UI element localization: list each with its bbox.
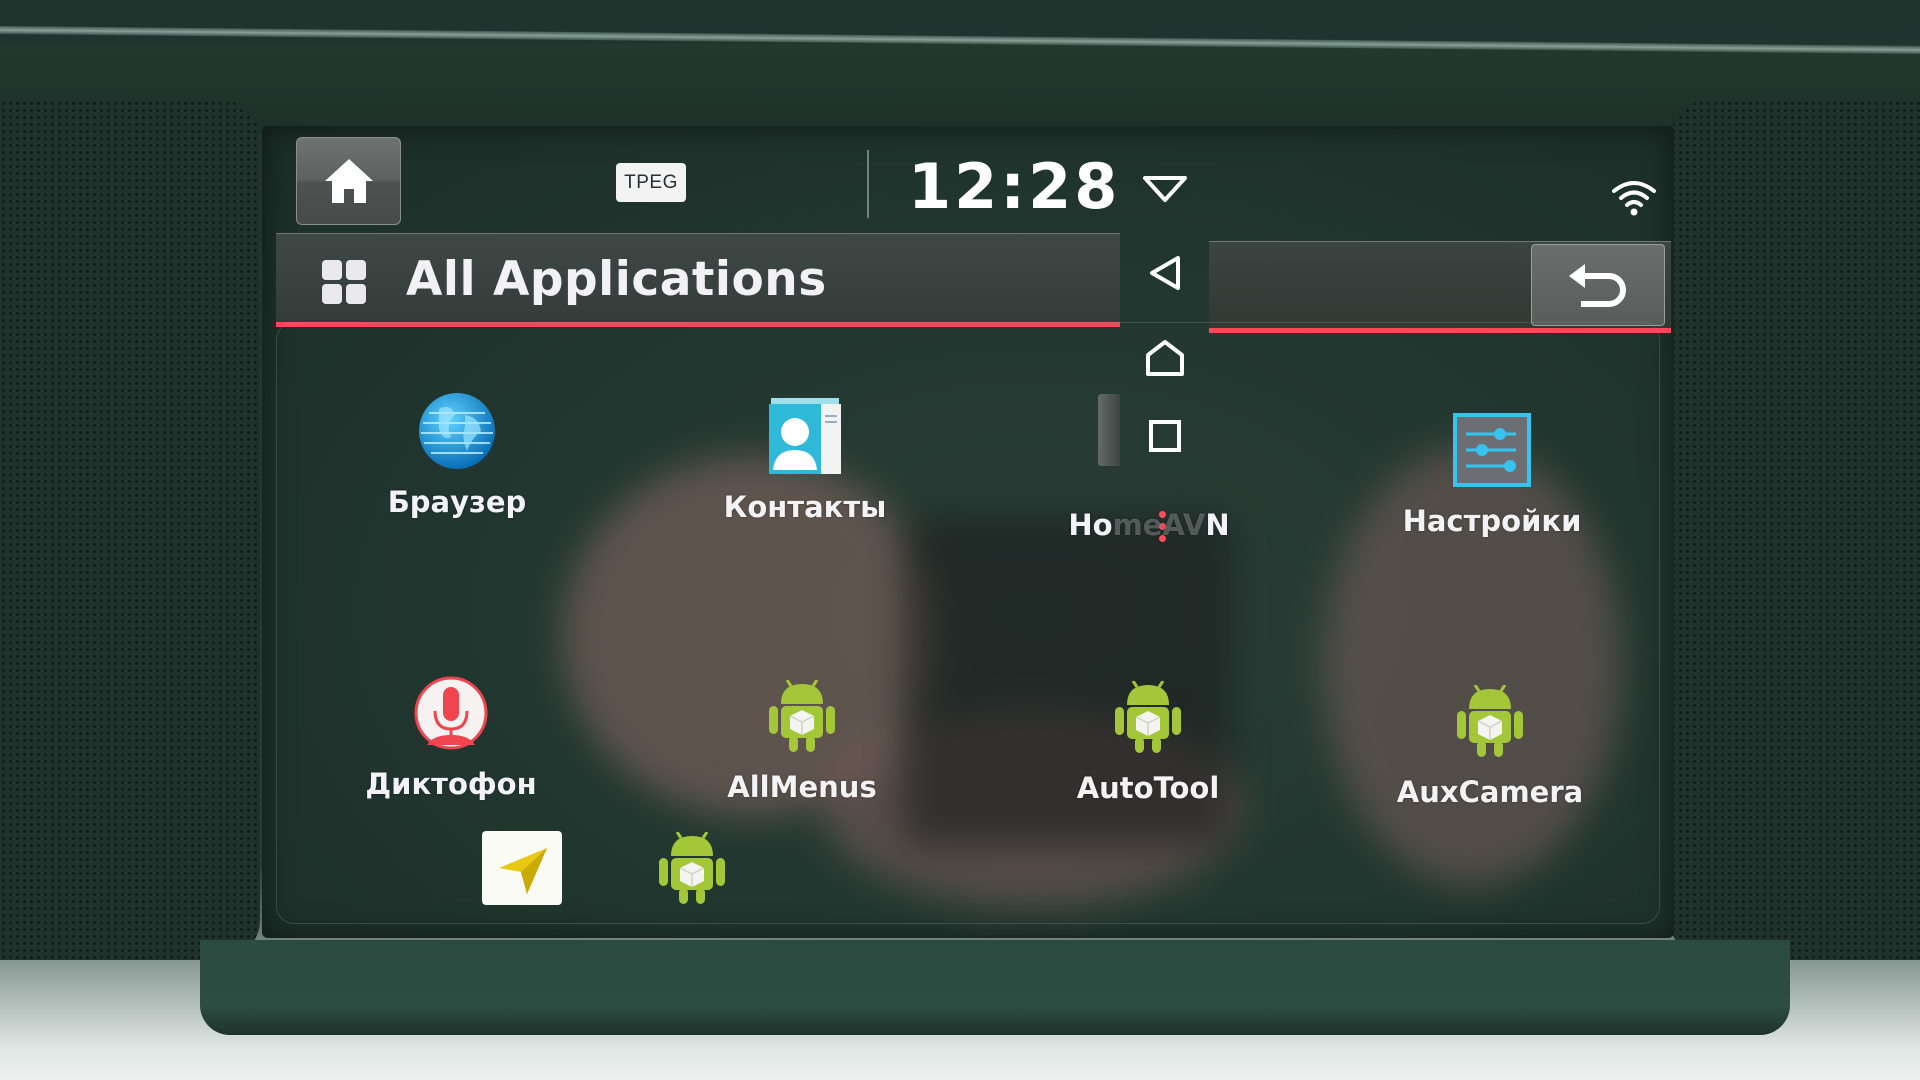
right-bar-underline: [1209, 328, 1671, 333]
clock: 12:28: [908, 150, 1121, 223]
nav-panel-edge: [1098, 394, 1120, 466]
nav-back-button[interactable]: [1124, 238, 1206, 308]
status-divider: [867, 150, 869, 218]
home-outline-icon: [1146, 340, 1184, 376]
app-label-obscured-part: meAV: [1112, 508, 1206, 542]
navigation-arrow-icon: [480, 826, 564, 910]
right-speaker-grille: [1670, 100, 1920, 960]
app-browser[interactable]: Браузер: [327, 389, 587, 519]
app-label: AutoTool: [1076, 771, 1220, 805]
home-icon: [324, 159, 373, 203]
left-speaker-grille: [0, 100, 260, 960]
app-unnamed-android[interactable]: [562, 826, 822, 910]
app-label-visible-tail: N: [1205, 508, 1230, 542]
wifi-icon: [1612, 181, 1656, 216]
microphone-icon: [409, 671, 493, 755]
app-label: Браузер: [387, 485, 527, 519]
android-icon: [760, 674, 844, 758]
app-allmenus[interactable]: AllMenus: [672, 674, 932, 804]
dashboard-upper: [0, 44, 1920, 134]
app-label: HomeAVN: [1068, 508, 1229, 542]
app-label: Диктофон: [365, 767, 537, 801]
nav-recents-button[interactable]: [1124, 401, 1206, 471]
back-button[interactable]: [1531, 244, 1665, 326]
square-icon: [1149, 420, 1181, 452]
android-icon: [650, 826, 734, 910]
apps-grid-icon: [322, 260, 366, 304]
android-nav-bar: [1124, 233, 1206, 542]
screen-bezel-bottom: [200, 940, 1790, 1035]
app-label: AllMenus: [727, 770, 877, 804]
right-header-bar: [1209, 241, 1671, 333]
app-label: AuxCamera: [1396, 775, 1584, 809]
android-icon: [1106, 675, 1190, 759]
app-contacts[interactable]: Контакты: [675, 394, 935, 524]
app-auxcamera[interactable]: AuxCamera: [1360, 679, 1620, 809]
infotainment-screen: TPEG 12:28 All Applications Браузер Конт…: [262, 126, 1674, 938]
app-label: Настройки: [1402, 504, 1582, 538]
app-dictaphone[interactable]: Диктофон: [321, 671, 581, 801]
chevron-down-triangle-icon[interactable]: [1141, 174, 1189, 204]
triangle-left-icon: [1150, 256, 1180, 290]
title-underline: [276, 322, 1120, 327]
page-title: All Applications: [406, 252, 827, 307]
app-label: Контакты: [723, 490, 887, 524]
back-return-icon: [1569, 264, 1626, 307]
home-button[interactable]: [296, 137, 401, 225]
app-autotool[interactable]: AutoTool: [1018, 675, 1278, 805]
app-label-visible-part: Ho: [1068, 508, 1113, 542]
tpeg-badge: TPEG: [616, 163, 686, 202]
nav-home-button[interactable]: [1124, 323, 1206, 393]
settings-sliders-icon: [1450, 408, 1534, 492]
title-bar: All Applications: [276, 233, 1120, 327]
globe-icon: [415, 389, 499, 473]
contacts-icon: [763, 394, 847, 478]
android-icon: [1448, 679, 1532, 763]
app-settings[interactable]: Настройки: [1362, 408, 1622, 538]
app-homeavn[interactable]: HomeAVN: [1019, 496, 1279, 542]
